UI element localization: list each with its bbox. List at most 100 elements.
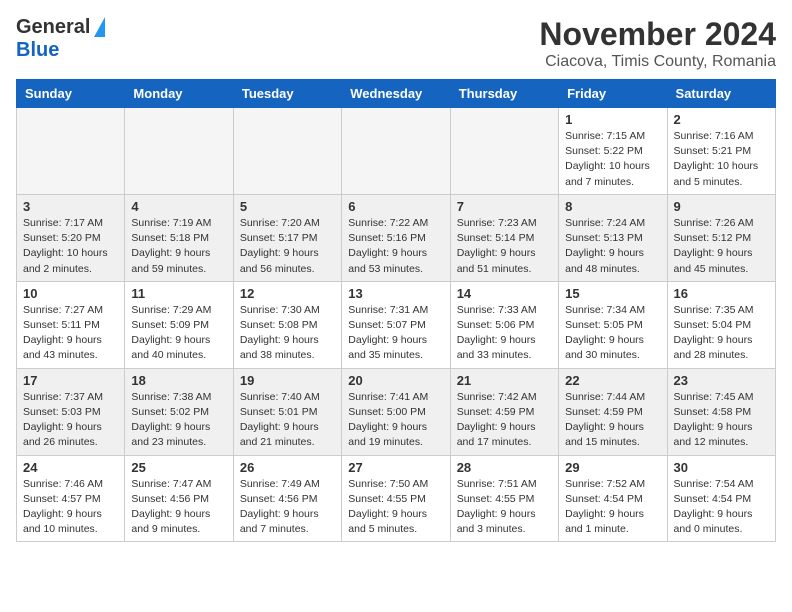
month-title: November 2024 [539, 16, 776, 53]
day-number: 24 [23, 460, 118, 475]
day-info: Sunrise: 7:40 AM Sunset: 5:01 PM Dayligh… [240, 390, 335, 451]
calendar-cell: 5Sunrise: 7:20 AM Sunset: 5:17 PM Daylig… [233, 194, 341, 281]
day-number: 17 [23, 373, 118, 388]
calendar-cell: 16 Sunrise: 7:35 AM Sunset: 5:04 PM Dayli… [667, 281, 775, 368]
day-info: Sunrise: 7:27 AM Sunset: 5:11 PM Dayligh… [23, 303, 118, 364]
weekday-header-row: SundayMondayTuesdayWednesdayThursdayFrid… [17, 80, 776, 108]
calendar-cell: 29Sunrise: 7:52 AM Sunset: 4:54 PM Dayli… [559, 455, 667, 542]
day-number: 23 [674, 373, 769, 388]
day-number: 30 [674, 460, 769, 475]
calendar-cell: 30 Sunrise: 7:54 AM Sunset: 4:54 PM Dayli… [667, 455, 775, 542]
day-number: 27 [348, 460, 443, 475]
calendar-cell: 2Sunrise: 7:16 AM Sunset: 5:21 PM Daylig… [667, 108, 775, 195]
day-info: Sunrise: 7:22 AM Sunset: 5:16 PM Dayligh… [348, 216, 443, 277]
day-info: Sunrise: 7:15 AM Sunset: 5:22 PM Dayligh… [565, 129, 660, 190]
day-info: Sunrise: 7:44 AM Sunset: 4:59 PM Dayligh… [565, 390, 660, 451]
day-info: Sunrise: 7:24 AM Sunset: 5:13 PM Dayligh… [565, 216, 660, 277]
calendar-cell: 10 Sunrise: 7:27 AM Sunset: 5:11 PM Dayli… [17, 281, 125, 368]
day-info: Sunrise: 7:33 AM Sunset: 5:06 PM Dayligh… [457, 303, 552, 364]
day-number: 16 [674, 286, 769, 301]
calendar-cell [233, 108, 341, 195]
day-number: 7 [457, 199, 552, 214]
calendar-cell: 23 Sunrise: 7:45 AM Sunset: 4:58 PM Dayli… [667, 368, 775, 455]
header: General Blue November 2024 Ciacova, Timi… [16, 16, 776, 71]
day-number: 10 [23, 286, 118, 301]
week-row-4: 17 Sunrise: 7:37 AM Sunset: 5:03 PM Dayli… [17, 368, 776, 455]
calendar-cell: 28 Sunrise: 7:51 AM Sunset: 4:55 PM Dayli… [450, 455, 558, 542]
day-info: Sunrise: 7:38 AM Sunset: 5:02 PM Dayligh… [131, 390, 226, 451]
day-info: Sunrise: 7:19 AM Sunset: 5:18 PM Dayligh… [131, 216, 226, 277]
weekday-header-wednesday: Wednesday [342, 80, 450, 108]
day-number: 5 [240, 199, 335, 214]
calendar-cell [342, 108, 450, 195]
day-info: Sunrise: 7:50 AM Sunset: 4:55 PM Dayligh… [348, 477, 443, 538]
location-title: Ciacova, Timis County, Romania [539, 53, 776, 71]
day-number: 22 [565, 373, 660, 388]
weekday-header-sunday: Sunday [17, 80, 125, 108]
day-number: 15 [565, 286, 660, 301]
day-number: 29 [565, 460, 660, 475]
day-number: 11 [131, 286, 226, 301]
calendar-cell: 25Sunrise: 7:47 AM Sunset: 4:56 PM Dayli… [125, 455, 233, 542]
day-number: 9 [674, 199, 769, 214]
day-info: Sunrise: 7:54 AM Sunset: 4:54 PM Dayligh… [674, 477, 769, 538]
calendar-cell: 14 Sunrise: 7:33 AM Sunset: 5:06 PM Dayli… [450, 281, 558, 368]
day-number: 19 [240, 373, 335, 388]
day-number: 3 [23, 199, 118, 214]
week-row-1: 1 Sunrise: 7:15 AM Sunset: 5:22 PM Daylig… [17, 108, 776, 195]
weekday-header-tuesday: Tuesday [233, 80, 341, 108]
day-info: Sunrise: 7:34 AM Sunset: 5:05 PM Dayligh… [565, 303, 660, 364]
day-info: Sunrise: 7:23 AM Sunset: 5:14 PM Dayligh… [457, 216, 552, 277]
day-info: Sunrise: 7:41 AM Sunset: 5:00 PM Dayligh… [348, 390, 443, 451]
day-number: 12 [240, 286, 335, 301]
day-info: Sunrise: 7:35 AM Sunset: 5:04 PM Dayligh… [674, 303, 769, 364]
day-info: Sunrise: 7:51 AM Sunset: 4:55 PM Dayligh… [457, 477, 552, 538]
calendar-cell: 21Sunrise: 7:42 AM Sunset: 4:59 PM Dayli… [450, 368, 558, 455]
calendar-cell: 27 Sunrise: 7:50 AM Sunset: 4:55 PM Dayli… [342, 455, 450, 542]
week-row-5: 24Sunrise: 7:46 AM Sunset: 4:57 PM Dayli… [17, 455, 776, 542]
calendar-cell: 11 Sunrise: 7:29 AM Sunset: 5:09 PM Dayli… [125, 281, 233, 368]
day-info: Sunrise: 7:16 AM Sunset: 5:21 PM Dayligh… [674, 129, 769, 190]
day-info: Sunrise: 7:42 AM Sunset: 4:59 PM Dayligh… [457, 390, 552, 451]
day-number: 1 [565, 112, 660, 127]
weekday-header-friday: Friday [559, 80, 667, 108]
logo-general-text: General [16, 16, 90, 39]
week-row-3: 10 Sunrise: 7:27 AM Sunset: 5:11 PM Dayli… [17, 281, 776, 368]
day-info: Sunrise: 7:29 AM Sunset: 5:09 PM Dayligh… [131, 303, 226, 364]
week-row-2: 3 Sunrise: 7:17 AM Sunset: 5:20 PM Daylig… [17, 194, 776, 281]
day-info: Sunrise: 7:30 AM Sunset: 5:08 PM Dayligh… [240, 303, 335, 364]
calendar-cell: 26Sunrise: 7:49 AM Sunset: 4:56 PM Dayli… [233, 455, 341, 542]
calendar-cell: 9 Sunrise: 7:26 AM Sunset: 5:12 PM Daylig… [667, 194, 775, 281]
calendar-cell: 17 Sunrise: 7:37 AM Sunset: 5:03 PM Dayli… [17, 368, 125, 455]
day-number: 13 [348, 286, 443, 301]
calendar-cell [125, 108, 233, 195]
calendar-cell: 6 Sunrise: 7:22 AM Sunset: 5:16 PM Daylig… [342, 194, 450, 281]
calendar-cell: 22 Sunrise: 7:44 AM Sunset: 4:59 PM Dayli… [559, 368, 667, 455]
calendar-cell: 24Sunrise: 7:46 AM Sunset: 4:57 PM Dayli… [17, 455, 125, 542]
day-info: Sunrise: 7:26 AM Sunset: 5:12 PM Dayligh… [674, 216, 769, 277]
day-number: 14 [457, 286, 552, 301]
day-info: Sunrise: 7:47 AM Sunset: 4:56 PM Dayligh… [131, 477, 226, 538]
day-number: 4 [131, 199, 226, 214]
logo-arrow-icon [94, 17, 105, 37]
title-area: November 2024 Ciacova, Timis County, Rom… [539, 16, 776, 71]
day-number: 28 [457, 460, 552, 475]
logo-blue-text: Blue [16, 39, 59, 61]
calendar-cell: 1 Sunrise: 7:15 AM Sunset: 5:22 PM Daylig… [559, 108, 667, 195]
day-info: Sunrise: 7:45 AM Sunset: 4:58 PM Dayligh… [674, 390, 769, 451]
calendar-cell: 18Sunrise: 7:38 AM Sunset: 5:02 PM Dayli… [125, 368, 233, 455]
calendar-cell [17, 108, 125, 195]
calendar-cell: 4 Sunrise: 7:19 AM Sunset: 5:18 PM Daylig… [125, 194, 233, 281]
day-info: Sunrise: 7:31 AM Sunset: 5:07 PM Dayligh… [348, 303, 443, 364]
calendar-cell: 13 Sunrise: 7:31 AM Sunset: 5:07 PM Dayli… [342, 281, 450, 368]
day-info: Sunrise: 7:37 AM Sunset: 5:03 PM Dayligh… [23, 390, 118, 451]
day-number: 6 [348, 199, 443, 214]
calendar-cell [450, 108, 558, 195]
logo: General Blue [16, 16, 105, 62]
calendar-cell: 15 Sunrise: 7:34 AM Sunset: 5:05 PM Dayli… [559, 281, 667, 368]
day-info: Sunrise: 7:17 AM Sunset: 5:20 PM Dayligh… [23, 216, 118, 277]
weekday-header-monday: Monday [125, 80, 233, 108]
calendar-cell: 19 Sunrise: 7:40 AM Sunset: 5:01 PM Dayli… [233, 368, 341, 455]
day-info: Sunrise: 7:49 AM Sunset: 4:56 PM Dayligh… [240, 477, 335, 538]
day-number: 20 [348, 373, 443, 388]
